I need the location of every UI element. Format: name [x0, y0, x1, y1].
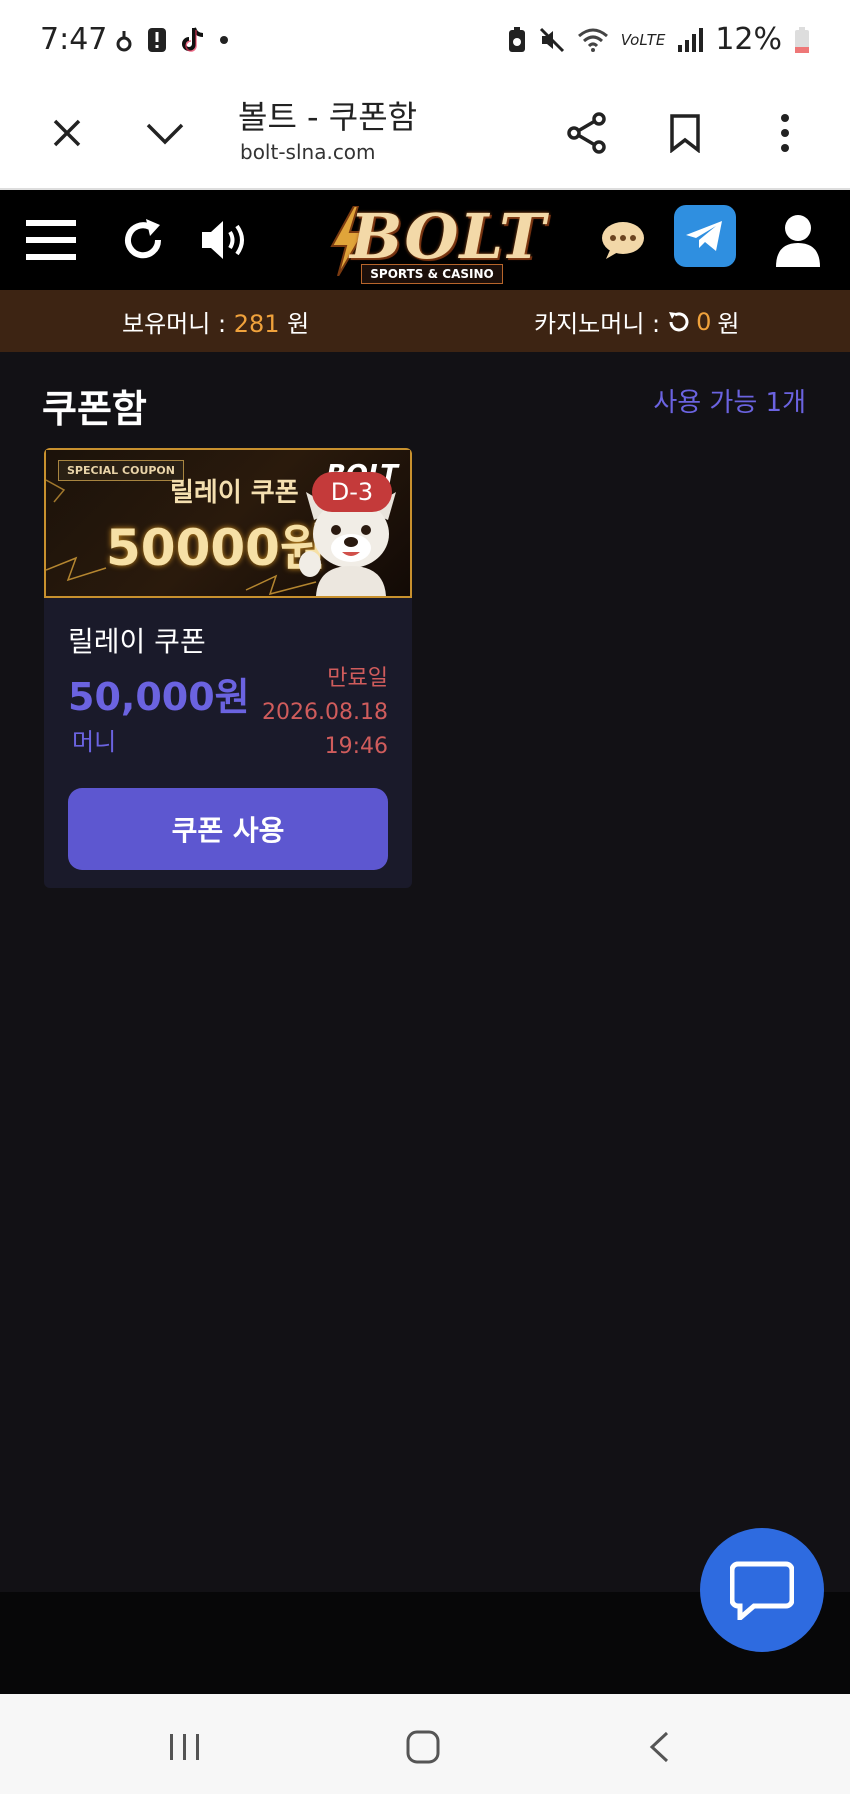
more-notifications-dot-icon [220, 36, 228, 44]
casino-balance-info: 카지노머니 : 0 원 [534, 304, 740, 339]
expire-label: 만료일 [327, 666, 388, 691]
coupon-card: SPECIAL COUPON 릴레이 쿠폰 50000원 BOLT D-3 릴레… [44, 448, 412, 888]
more-vert-icon[interactable] [760, 108, 810, 158]
coupon-expiry: 만료일 2026.08.18 19:46 [262, 662, 388, 764]
refresh-icon[interactable] [120, 208, 166, 272]
casino-unit: 원 [717, 310, 740, 338]
coupon-banner: SPECIAL COUPON 릴레이 쿠폰 50000원 BOLT [44, 448, 412, 598]
chevron-down-icon[interactable] [140, 108, 190, 158]
coupon-amount: 50,000원 [68, 675, 250, 719]
status-bar: 7:47 VoLTE 12% [0, 0, 850, 82]
casino-value: 0 [696, 307, 712, 336]
home-icon[interactable] [398, 1722, 448, 1772]
recent-apps-icon[interactable] [160, 1722, 210, 1772]
live-chat-button[interactable] [700, 1528, 824, 1652]
back-icon[interactable] [634, 1722, 684, 1772]
balance-unit: 원 [287, 310, 310, 338]
wifi-icon [577, 28, 608, 52]
browser-page-title: 볼트 - 쿠폰함 [238, 98, 418, 136]
dday-badge: D-3 [312, 472, 392, 512]
balance-info: 보유머니 : 281 원 [122, 304, 309, 339]
use-coupon-button[interactable]: 쿠폰 사용 [68, 788, 388, 870]
balance-label: 보유머니 : [122, 310, 227, 338]
special-coupon-tag: SPECIAL COUPON [58, 460, 184, 481]
message-icon[interactable] [600, 208, 646, 272]
logo-text: BOLT [350, 200, 547, 273]
casino-label: 카지노머니 : [534, 310, 661, 338]
site-header: BOLT SPORTS & CASINO [0, 190, 850, 290]
page-title: 쿠폰함 [42, 387, 147, 431]
bookmark-icon[interactable] [660, 108, 710, 158]
alert-icon [148, 28, 166, 52]
notification-app-icon [116, 31, 132, 52]
bolt-logo[interactable]: BOLT SPORTS & CASINO [328, 200, 545, 284]
notification-icons [115, 26, 229, 54]
menu-icon[interactable] [26, 208, 76, 272]
browser-toolbar: 볼트 - 쿠폰함 bolt-slna.com [0, 82, 850, 190]
network-label: VoLTE [620, 30, 666, 49]
money-bar: 보유머니 : 281 원 카지노머니 : 0 원 [0, 290, 850, 352]
signal-icon [678, 27, 704, 52]
balance-value: 281 [233, 310, 280, 338]
system-status-icons: VoLTE 12% [507, 22, 810, 57]
user-icon[interactable] [774, 208, 822, 272]
mute-icon [539, 27, 564, 52]
system-nav-bar [0, 1694, 850, 1794]
status-time: 7:47 [40, 22, 108, 57]
logo-subtitle: SPORTS & CASINO [361, 264, 503, 284]
chat-bubble-icon [730, 1561, 794, 1620]
banner-coupon-amount: 50000원 [106, 519, 326, 577]
banner-coupon-name: 릴레이 쿠폰 [170, 478, 299, 508]
battery-percent: 12% [715, 22, 782, 57]
browser-url[interactable]: bolt-slna.com [240, 140, 376, 164]
coupon-page: 쿠폰함 사용 가능 1개 SPECIAL COUPON 릴레이 쿠폰 50000… [0, 352, 850, 1592]
coupon-name: 릴레이 쿠폰 [68, 625, 206, 658]
battery-saver-icon [508, 26, 525, 52]
expire-time: 19:46 [324, 734, 388, 759]
battery-icon [795, 26, 809, 53]
tiktok-icon [182, 27, 204, 52]
share-icon[interactable] [562, 108, 612, 158]
coupon-type: 머니 [72, 728, 117, 756]
available-count: 사용 가능 1개 [653, 388, 806, 418]
telegram-icon[interactable] [674, 204, 736, 268]
close-icon[interactable] [42, 108, 92, 158]
sound-icon[interactable] [200, 208, 252, 272]
casino-refresh-icon[interactable] [666, 310, 690, 334]
expire-date: 2026.08.18 [262, 700, 388, 725]
